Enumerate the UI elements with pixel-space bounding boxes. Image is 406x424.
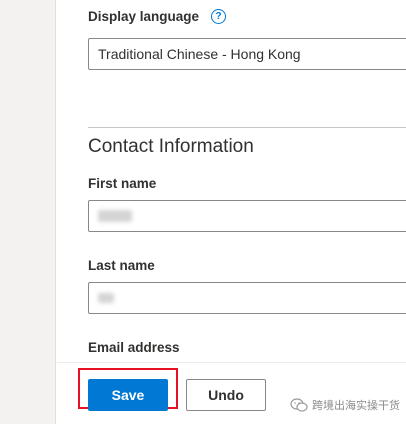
display-language-field[interactable]: Traditional Chinese - Hong Kong [88, 38, 406, 70]
last-name-label: Last name [88, 258, 155, 273]
display-language-value: Traditional Chinese - Hong Kong [98, 46, 301, 62]
contact-section-title: Contact Information [88, 136, 254, 157]
watermark-text: 跨境出海实操干货 [312, 400, 400, 412]
watermark: 跨境出海实操干货 [290, 397, 400, 413]
undo-button[interactable]: Undo [186, 379, 266, 411]
last-name-label-text: Last name [88, 258, 155, 273]
first-name-label: First name [88, 176, 156, 191]
first-name-obscured-value [98, 210, 132, 222]
last-name-input[interactable] [88, 282, 406, 314]
display-language-label-text: Display language [88, 9, 200, 24]
save-button[interactable]: Save [88, 379, 168, 411]
section-divider [88, 127, 406, 128]
help-circle-icon[interactable]: ? [211, 9, 227, 24]
display-language-label: Display language ? [88, 9, 227, 24]
first-name-input[interactable] [88, 200, 406, 232]
wechat-icon [290, 398, 308, 412]
last-name-obscured-value [98, 293, 114, 303]
email-label: Email address [88, 340, 180, 355]
left-navigation-rail [0, 0, 56, 424]
first-name-label-text: First name [88, 176, 157, 191]
footer-separator [57, 362, 406, 363]
email-label-text: Email address [88, 340, 180, 355]
